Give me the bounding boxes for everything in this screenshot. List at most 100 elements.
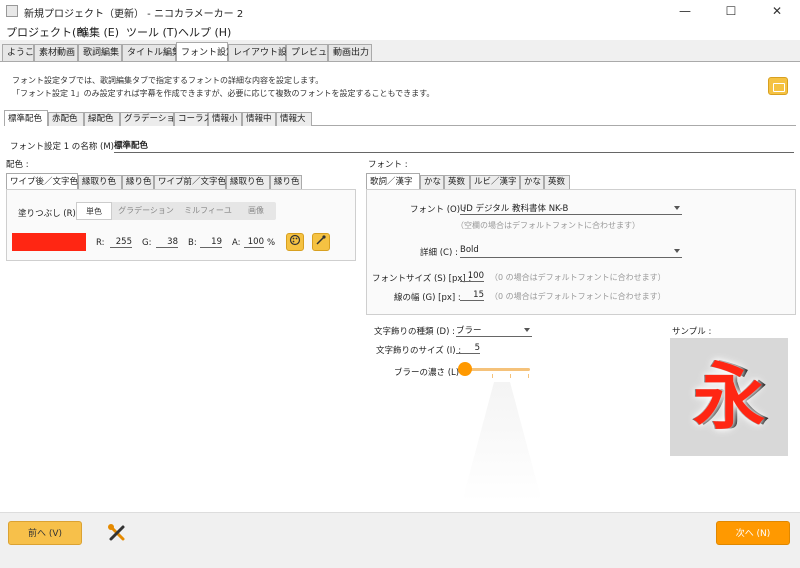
chevron-down-icon (674, 249, 680, 253)
color-tab-before-outline[interactable]: 縁取り色 (226, 175, 270, 189)
font-tab-chorus[interactable]: コーラス (174, 112, 212, 126)
line-width-input[interactable]: 15 (460, 290, 484, 301)
font-tab-ruby-kanji[interactable]: ルビ／漢字 (470, 175, 520, 189)
font-name-input[interactable]: 標準配色 (114, 139, 794, 153)
font-tab-lyrics-kanji[interactable]: 歌詞／漢字 (366, 173, 420, 189)
font-tab-standard[interactable]: 標準配色 (4, 110, 48, 126)
font-tab-lyrics-kana[interactable]: かな (420, 175, 444, 189)
palette-icon (289, 234, 301, 246)
tab-material-video[interactable]: 素材動画 (34, 44, 78, 61)
font-tab-info-large[interactable]: 情報大 (276, 112, 312, 126)
b-label: B: (188, 238, 197, 248)
a-input[interactable]: 100 (244, 237, 264, 248)
decoration-type-dropdown[interactable]: ブラー (456, 324, 532, 337)
font-dropdown[interactable]: UD デジタル 教科書体 NK-B (460, 202, 682, 215)
close-button[interactable]: ✕ (754, 0, 800, 22)
font-size-hint: （0 の場合はデフォルトフォントに合わせます） (490, 273, 666, 282)
folder-open-button[interactable] (768, 77, 788, 95)
blur-density-label: ブラーの濃さ (L) : (394, 368, 465, 378)
font-tab-green[interactable]: 緑配色 (84, 112, 120, 126)
tab-title-edit[interactable]: タイトル編集 (122, 44, 181, 61)
font-tab-gradation[interactable]: グラデーション (120, 112, 183, 126)
slider-thumb[interactable] (458, 362, 472, 376)
tab-lyrics-edit[interactable]: 歌詞編集 (78, 44, 122, 61)
wrench-screwdriver-icon (108, 524, 125, 541)
menu-project[interactable]: プロジェクト(P) (6, 24, 87, 40)
fill-mode-selector: 単色 グラデーション ミルフィーユ 画像 (76, 202, 276, 220)
slider-track (462, 368, 530, 371)
font-dropdown-value: UD デジタル 教科書体 NK-B (460, 204, 569, 214)
font-type-tabs: 歌詞／漢字 かな 英数 ルビ／漢字 かな 英数 (366, 173, 796, 189)
color-tabs: ワイプ後／文字色 縁取り色 縁り色 ワイプ前／文字色 縁取り色 縁り色 (6, 173, 354, 189)
color-tab-after-edge[interactable]: 縁り色 (122, 175, 154, 189)
font-tab-info-small[interactable]: 情報小 (208, 112, 242, 126)
line-width-hint: （0 の場合はデフォルトフォントに合わせます） (490, 292, 666, 301)
window-title: 新規プロジェクト（更新） - ニコカラメーカー 2 (24, 9, 244, 20)
menu-edit[interactable]: 編集 (E) (78, 24, 119, 40)
tab-welcome[interactable]: ようこそ (2, 44, 43, 61)
chevron-down-icon (674, 206, 680, 210)
slider-tick (492, 374, 493, 378)
tab-preview[interactable]: プレビュー (286, 44, 336, 61)
bottom-bar: 前へ (V) 次へ (N) (0, 512, 800, 568)
detail-label: 詳細 (C) : (420, 248, 458, 258)
font-hint: （空欄の場合はデフォルトフォントに合わせます） (456, 221, 640, 230)
fill-mode-solid[interactable]: 単色 (76, 202, 112, 220)
font-tab-info-medium[interactable]: 情報中 (242, 112, 276, 126)
eyedropper-icon (316, 235, 326, 245)
maximize-button[interactable]: ☐ (708, 0, 754, 22)
sample-glyph: 永 (692, 354, 765, 439)
sample-preview: 永 (670, 338, 788, 456)
tab-font-settings[interactable]: フォント設定 (176, 42, 235, 61)
r-input[interactable]: 255 (110, 237, 132, 248)
font-tab-ruby-alnum[interactable]: 英数 (544, 175, 570, 189)
font-name-label: フォント設定 1 の名称 (M) : (10, 142, 120, 152)
menu-tools[interactable]: ツール (T) (126, 24, 178, 40)
blur-density-slider[interactable] (458, 360, 534, 382)
main-tabs: ようこそ 素材動画 歌詞編集 タイトル編集 フォント設定 レイアウト設定 プレビ… (0, 42, 800, 62)
tab-layout-settings[interactable]: レイアウト設定 (228, 44, 296, 61)
color-tab-before-text[interactable]: ワイプ前／文字色 (154, 175, 226, 189)
color-tab-after-text[interactable]: ワイプ後／文字色 (6, 173, 78, 189)
b-input[interactable]: 19 (200, 237, 222, 248)
description-line-1: フォント設定タブでは、歌詞編集タブで指定するフォントの詳細な内容を設定します。 (12, 76, 324, 85)
font-label: フォント (O) : (410, 205, 466, 215)
font-size-input[interactable]: 100 (460, 271, 484, 282)
decoration-type-value: ブラー (456, 326, 482, 336)
fill-mode-image[interactable]: 画像 (238, 202, 274, 220)
color-tab-before-edge[interactable]: 縁り色 (270, 175, 302, 189)
decoration-type-label: 文字飾りの種類 (D) : (374, 327, 455, 337)
tab-video-output[interactable]: 動画出力 (328, 44, 372, 61)
palette-button[interactable] (286, 233, 304, 251)
slider-tick (528, 374, 529, 378)
g-input[interactable]: 38 (156, 237, 178, 248)
fill-label: 塗りつぶし (R) : (18, 209, 82, 219)
font-tab-red[interactable]: 赤配色 (48, 112, 84, 126)
app-icon (6, 5, 18, 17)
a-label: A: (232, 238, 241, 248)
fill-mode-millefeuille[interactable]: ミルフィーユ (180, 202, 236, 220)
menu-help[interactable]: ヘルプ (H) (178, 24, 231, 40)
g-label: G: (142, 238, 152, 248)
description-line-2: 「フォント設定 1」のみ設定すれば字幕を作成できますが、必要に応じて複数のフォン… (12, 89, 435, 98)
minimize-button[interactable]: — (662, 0, 708, 22)
font-tab-ruby-kana[interactable]: かな (520, 175, 544, 189)
font-tab-lyrics-alnum[interactable]: 英数 (444, 175, 470, 189)
color-swatch[interactable] (12, 233, 86, 251)
prev-button[interactable]: 前へ (V) (8, 521, 82, 545)
r-label: R: (96, 238, 105, 248)
sample-label: サンプル : (672, 327, 712, 337)
next-button[interactable]: 次へ (N) (716, 521, 790, 545)
font-setting-tabs: 標準配色 赤配色 緑配色 グラデーション コーラス 情報小 情報中 情報大 (4, 110, 796, 126)
eyedropper-button[interactable] (312, 233, 330, 251)
color-tab-after-outline[interactable]: 縁取り色 (78, 175, 122, 189)
line-width-label: 線の幅 (G) [px] : (394, 293, 461, 303)
tools-button[interactable] (106, 522, 128, 544)
fill-mode-gradation[interactable]: グラデーション (114, 202, 178, 220)
title-bar: 新規プロジェクト（更新） - ニコカラメーカー 2 — ☐ ✕ (0, 0, 800, 22)
decoration-size-input[interactable]: 5 (456, 343, 480, 354)
font-section-label: フォント : (368, 160, 408, 170)
color-section-label: 配色 : (6, 160, 29, 170)
detail-dropdown[interactable]: Bold (460, 245, 682, 258)
chevron-down-icon (524, 328, 530, 332)
